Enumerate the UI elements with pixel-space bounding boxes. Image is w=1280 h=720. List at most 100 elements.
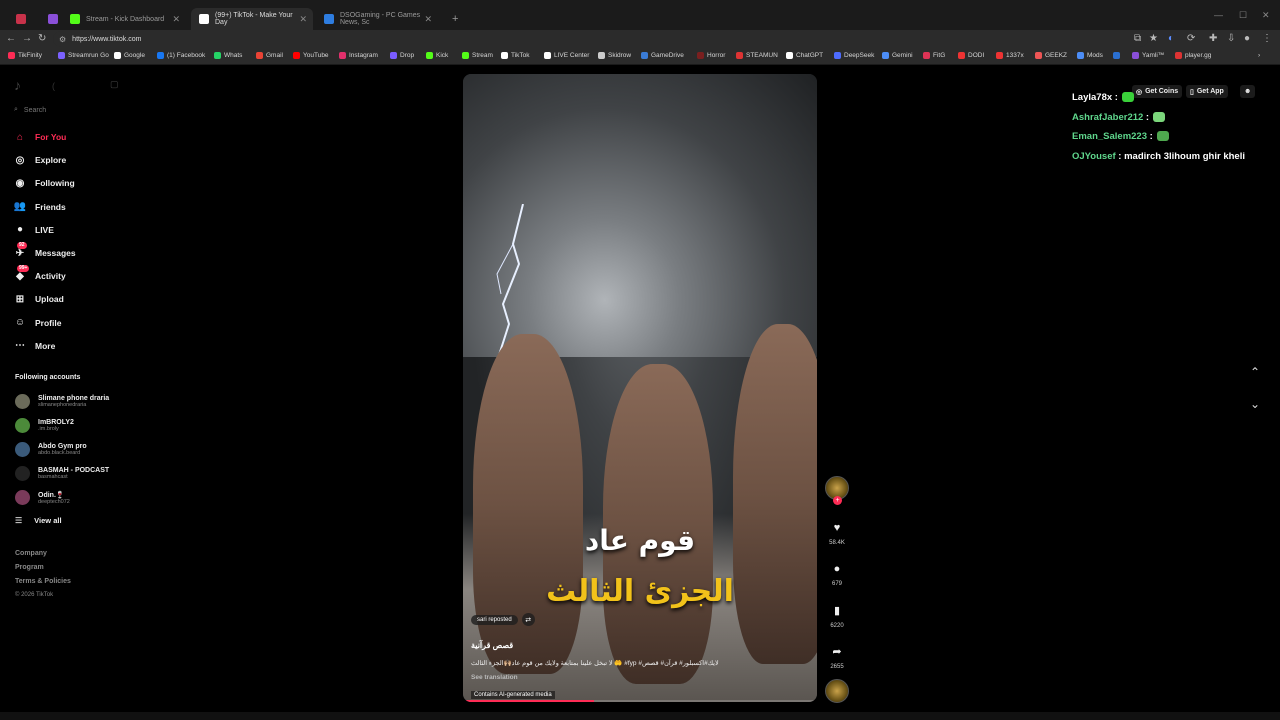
bookmark-item[interactable]: LIVE Center	[544, 52, 589, 59]
bookmark-item[interactable]: Yamli™	[1132, 52, 1164, 59]
sidebar-item-upload[interactable]: ⊞ Upload	[13, 291, 133, 307]
back-icon[interactable]: ←	[6, 33, 16, 45]
menu-kebab-icon[interactable]: ⋮	[1262, 33, 1272, 45]
share-icon[interactable]: ➦	[822, 645, 852, 658]
bookmark-item[interactable]: Google	[114, 52, 145, 59]
extensions-puzzle-icon[interactable]: ✚	[1209, 33, 1217, 45]
phone-icon: ▯	[1190, 88, 1194, 96]
bookmark-favicon-icon	[923, 52, 930, 59]
reload-icon[interactable]: ↻	[38, 33, 46, 45]
like-action[interactable]: ♥ 58.4K	[822, 522, 852, 546]
browser-tab[interactable]: (99+) TikTok - Make Your Day ✕	[191, 8, 313, 30]
bookmark-item[interactable]: Stream	[462, 52, 493, 59]
browser-tab[interactable]	[8, 8, 34, 30]
sidebar-item-profile[interactable]: ☺ Profile	[13, 315, 133, 331]
sidebar-item-more[interactable]: ⋯ More	[13, 338, 133, 354]
extension-icon[interactable]: ⟳	[1187, 33, 1195, 45]
sidebar-item-messages[interactable]: ✈ 92 Messages	[13, 242, 133, 261]
bookmark-item[interactable]: player.gg	[1175, 52, 1211, 59]
sidebar-item-live[interactable]: ● LIVE	[13, 222, 133, 238]
bookmarks-more-icon[interactable]: ›	[1258, 52, 1260, 59]
video-author[interactable]: قصص قرآنية	[471, 641, 513, 650]
repost-label[interactable]: sari reposted	[471, 614, 518, 625]
bookmark-item[interactable]	[1113, 52, 1123, 59]
bookmark-item[interactable]: 1337x	[996, 52, 1024, 59]
maximize-icon[interactable]: ☐	[1239, 10, 1247, 21]
close-tab-icon[interactable]: ✕	[172, 14, 180, 25]
get-coins-button[interactable]: ◎ Get Coins	[1132, 85, 1183, 98]
sidebar-item-following[interactable]: ◉ Following	[13, 175, 133, 191]
see-translation-link[interactable]: See translation	[471, 674, 518, 681]
save-action[interactable]: ▮ 6220	[822, 604, 852, 629]
get-app-button[interactable]: ▯ Get App	[1186, 85, 1228, 98]
bookmark-item[interactable]: TikTok	[501, 52, 530, 59]
bookmark-item[interactable]: DODI	[958, 52, 984, 59]
comment-action[interactable]: ● 679	[822, 563, 852, 587]
bookmark-item[interactable]: GEEKZ	[1035, 52, 1067, 59]
forward-icon[interactable]: →	[22, 33, 32, 45]
bookmark-item[interactable]: Drop	[390, 52, 414, 59]
bookmark-item[interactable]: DeepSeek	[834, 52, 874, 59]
sidebar-item-activity[interactable]: ◆ 99+ Activity	[13, 265, 133, 284]
follow-plus-icon[interactable]: +	[833, 496, 842, 505]
bookmark-item[interactable]: YouTube	[293, 52, 329, 59]
search-input[interactable]: ⌕ Search	[14, 103, 124, 117]
downloads-icon[interactable]: ⇩	[1227, 33, 1235, 45]
bookmark-item[interactable]: FitG	[923, 52, 945, 59]
browser-tab[interactable]	[40, 8, 58, 30]
profile-avatar-icon[interactable]: ●	[1244, 33, 1250, 45]
tiktok-logo-icon[interactable]: ♪	[14, 77, 21, 93]
bookmark-item[interactable]: Skidrow	[598, 52, 631, 59]
following-account-item[interactable]: BASMAH - PODCAST basmahcast	[15, 464, 155, 484]
browser-tab[interactable]: DSOGaming - PC Games News, Sc ✕	[316, 8, 438, 30]
address-bar[interactable]: ⚙ https://www.tiktok.com	[53, 31, 1148, 47]
bookmark-item[interactable]: Gmail	[256, 52, 283, 59]
music-disc-icon[interactable]	[825, 679, 849, 703]
following-account-item[interactable]: Odin.🍷 deeptech072	[15, 488, 155, 508]
bookmark-item[interactable]: Whats	[214, 52, 242, 59]
user-avatar[interactable]: ☻	[1240, 85, 1256, 98]
previous-video-chevron-up-icon[interactable]: ⌃	[1250, 365, 1260, 379]
site-info-icon[interactable]: ⚙	[59, 35, 66, 44]
video-progress-bar[interactable]	[463, 700, 817, 702]
open-in-app-icon[interactable]: ⧉	[1134, 33, 1141, 45]
comment-icon[interactable]: ●	[822, 563, 852, 575]
share-action[interactable]: ➦ 2655	[822, 645, 852, 670]
bookmark-item[interactable]: (1) Facebook	[157, 52, 205, 59]
close-window-icon[interactable]: ✕	[1262, 10, 1270, 21]
close-tab-icon[interactable]: ✕	[299, 14, 307, 25]
bookmark-item[interactable]: ChatGPT	[786, 52, 823, 59]
repost-icon[interactable]: ⇄	[521, 613, 535, 626]
close-tab-icon[interactable]: ✕	[424, 14, 432, 25]
following-account-item[interactable]: Slimane phone draria slimanephonedraria	[15, 391, 155, 411]
heart-icon[interactable]: ♥	[822, 522, 852, 534]
bookmark-item[interactable]: TikFinity	[8, 52, 42, 59]
bookmark-item[interactable]: Instagram	[339, 52, 378, 59]
sidebar-item-friends[interactable]: 👥 Friends	[13, 199, 133, 215]
bookmark-star-icon[interactable]: ★	[1149, 33, 1158, 45]
bookmark-item[interactable]: Horror	[697, 52, 725, 59]
following-account-item[interactable]: ImBROLY2 .im.broly	[15, 415, 155, 435]
browser-tab[interactable]: Stream - Kick Dashboard ✕	[62, 8, 186, 30]
extension-icon[interactable]: ◐	[1168, 33, 1174, 45]
footer-company-link[interactable]: Company	[15, 550, 47, 557]
bookmark-item[interactable]: Streamrun Go	[58, 52, 109, 59]
sidebar-item-for-you[interactable]: ⌂ For You	[13, 129, 133, 145]
minimize-icon[interactable]: —	[1214, 10, 1223, 20]
bookmark-icon[interactable]: ▮	[822, 604, 852, 617]
bookmark-item[interactable]: Kick	[426, 52, 448, 59]
view-all-button[interactable]: ☰ View all	[15, 516, 62, 525]
following-account-item[interactable]: Abdo Gym pro abdo.black.beard	[15, 439, 155, 459]
bookmark-item[interactable]: Gemini	[882, 52, 913, 59]
sidebar-item-explore[interactable]: ◎ Explore	[13, 152, 133, 168]
next-video-chevron-down-icon[interactable]: ⌄	[1250, 397, 1260, 411]
sidebar-item-label: For You	[35, 132, 67, 142]
footer-terms-link[interactable]: Terms & Policies	[15, 578, 71, 585]
new-tab-button[interactable]: +	[444, 8, 466, 30]
bookmark-item[interactable]: STEAMUN	[736, 52, 778, 59]
bookmark-item[interactable]: GameDrive	[641, 52, 684, 59]
bookmark-item[interactable]: Mods	[1077, 52, 1103, 59]
footer-program-link[interactable]: Program	[15, 564, 44, 571]
video-player[interactable]: قوم عاد الجزئ الثالث sari reposted ⇄ قصص…	[463, 74, 817, 702]
collapse-sidebar-icon[interactable]: ▢	[110, 79, 119, 90]
